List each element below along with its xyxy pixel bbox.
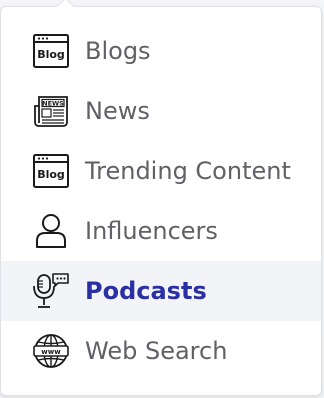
microphone-icon: [32, 272, 70, 310]
globe-icon: www: [32, 332, 70, 370]
menu-item-label: Web Search: [85, 337, 228, 365]
newspaper-icon: NEWS: [32, 92, 70, 130]
blog-icon: Blog: [32, 32, 70, 70]
svg-text:www: www: [41, 348, 61, 356]
menu-item-influencers[interactable]: Influencers: [1, 201, 321, 261]
menu-item-trending-content[interactable]: Blog Trending Content: [1, 141, 321, 201]
menu-item-blogs[interactable]: Blog Blogs: [1, 21, 321, 81]
menu-item-label: Influencers: [85, 217, 218, 245]
blog-icon: Blog: [32, 152, 70, 190]
menu-item-label: Podcasts: [85, 277, 207, 305]
menu-item-label: News: [85, 97, 150, 125]
menu-item-label: Blogs: [85, 37, 151, 65]
menu-item-web-search[interactable]: www Web Search: [1, 321, 321, 381]
menu-item-podcasts[interactable]: Podcasts: [1, 261, 321, 321]
menu-item-label: Trending Content: [85, 157, 291, 185]
person-icon: [32, 212, 70, 250]
svg-text:Blog: Blog: [37, 48, 65, 61]
menu-item-news[interactable]: NEWS News: [1, 81, 321, 141]
menu-caret: [56, 0, 75, 16]
svg-text:NEWS: NEWS: [42, 99, 64, 107]
svg-text:Blog: Blog: [37, 168, 65, 181]
dropdown-menu: Blog Blogs NEWS News Blog Trending Conte…: [0, 0, 322, 396]
